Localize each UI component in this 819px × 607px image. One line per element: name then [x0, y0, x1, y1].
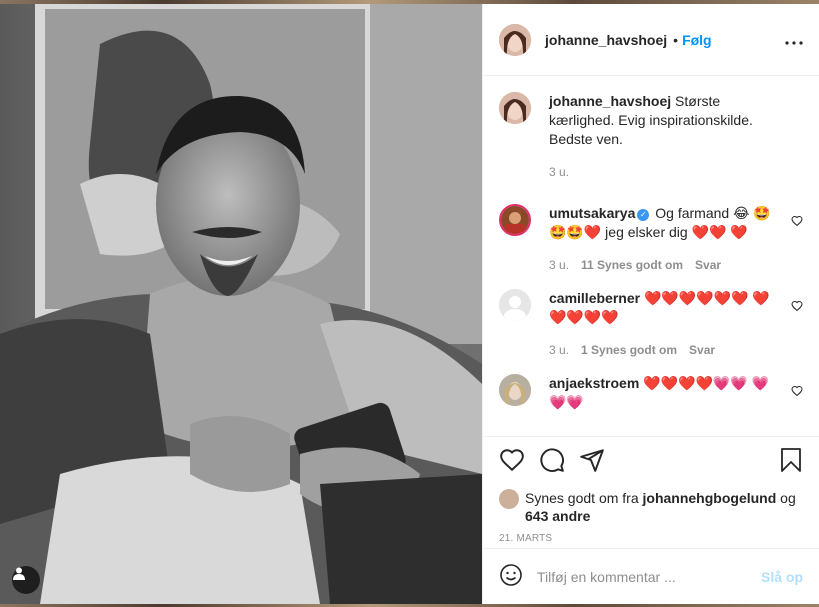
likes-user[interactable]: johannehgbogelund	[643, 490, 777, 506]
follow-button[interactable]: Følg	[682, 32, 712, 48]
separator-dot: •	[673, 31, 679, 48]
post-photo[interactable]	[0, 4, 482, 604]
comment-composer: Slå op	[483, 548, 819, 604]
emoji-smiley-icon[interactable]	[499, 563, 523, 590]
commenter-avatar[interactable]	[499, 374, 531, 406]
likes-prefix: Synes godt om fra	[525, 490, 639, 506]
post-modal: johanne_havshoej • Følg johanne_havshoej…	[0, 4, 819, 604]
comment-item: camilleberner ❤️❤️❤️❤️❤️❤️ ❤️❤️❤️❤️❤️ 3 …	[499, 289, 803, 360]
comment-username[interactable]: anjaekstroem	[549, 375, 639, 391]
caption: johanne_havshoej Største kærlighed. Evig…	[499, 92, 803, 182]
post-actions: Synes godt om fra johannehgbogelund og 6…	[483, 436, 819, 548]
photo-grayscale-portrait	[0, 4, 482, 604]
likes-others[interactable]: 643 andre	[525, 508, 590, 524]
tagged-users-button[interactable]	[12, 566, 40, 594]
comment-bubble-icon[interactable]	[539, 447, 565, 476]
caption-avatar[interactable]	[499, 92, 531, 124]
commenter-avatar[interactable]	[499, 204, 531, 236]
comments-list: johanne_havshoej Største kærlighed. Evig…	[483, 76, 819, 436]
bookmark-save-icon[interactable]	[779, 447, 803, 476]
comment-reply-button[interactable]: Svar	[695, 256, 721, 275]
comment-username[interactable]: camilleberner	[549, 290, 640, 306]
caption-username[interactable]: johanne_havshoej	[549, 93, 671, 109]
like-comment-heart-icon[interactable]	[791, 299, 803, 312]
post-date[interactable]: 21. MARTS	[499, 533, 803, 544]
comment-username[interactable]: umutsakarya	[549, 205, 635, 221]
comment-item: anjaekstroem ❤️❤️❤️❤️💗💗 💗💗💗	[499, 374, 803, 412]
more-options-icon[interactable]	[785, 29, 803, 50]
likes-suffix: og	[780, 490, 796, 506]
author-username[interactable]: johanne_havshoej	[545, 32, 667, 48]
comment-item: umutsakarya ✓ Og farmand 😂 🤩🤩🤩❤️ jeg elsk…	[499, 204, 803, 275]
like-comment-heart-icon[interactable]	[791, 384, 803, 397]
comment-age[interactable]: 3 u.	[549, 256, 569, 275]
comment-reply-button[interactable]: Svar	[689, 341, 715, 360]
share-paper-plane-icon[interactable]	[579, 447, 605, 476]
comment-age[interactable]: 3 u.	[549, 341, 569, 360]
commenter-avatar[interactable]	[499, 289, 531, 321]
like-comment-heart-icon[interactable]	[791, 214, 803, 227]
caption-age[interactable]: 3 u.	[549, 163, 569, 182]
like-heart-icon[interactable]	[499, 447, 525, 476]
post-side-panel: johanne_havshoej • Følg johanne_havshoej…	[482, 4, 819, 604]
comment-likes[interactable]: 1 Synes godt om	[581, 341, 677, 360]
liker-avatar[interactable]	[499, 489, 519, 509]
likes-summary: Synes godt om fra johannehgbogelund og 6…	[499, 489, 803, 525]
comment-likes[interactable]: 11 Synes godt om	[581, 256, 683, 275]
verified-badge-icon: ✓	[637, 209, 650, 221]
add-comment-input[interactable]	[537, 568, 761, 585]
post-header: johanne_havshoej • Følg	[483, 4, 819, 76]
author-avatar[interactable]	[499, 23, 531, 56]
post-comment-button[interactable]: Slå op	[761, 569, 803, 585]
